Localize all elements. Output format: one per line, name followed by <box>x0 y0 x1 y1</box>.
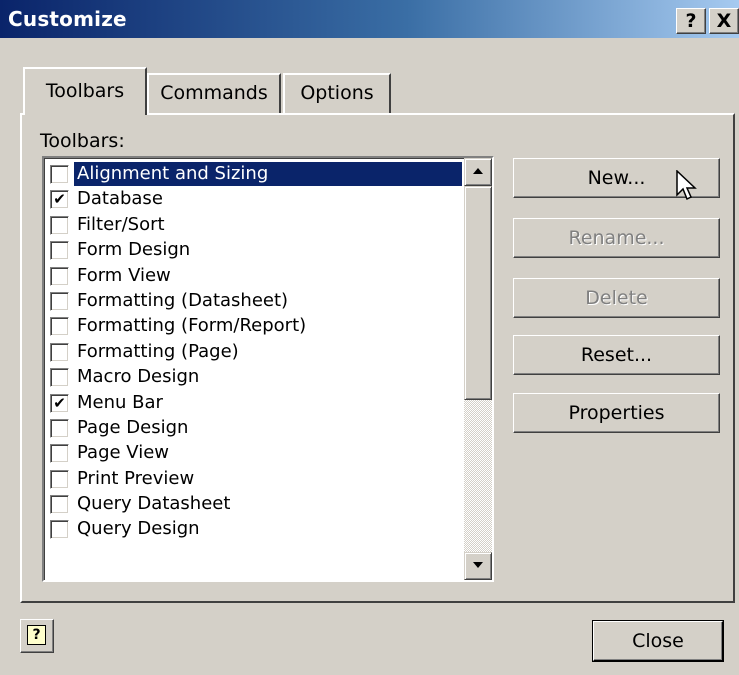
list-item[interactable]: Page Design <box>48 416 462 441</box>
list-item[interactable]: Page View <box>48 441 462 466</box>
tab-commands[interactable]: Commands <box>147 73 281 113</box>
checkbox[interactable]: ✔ <box>50 393 69 413</box>
toolbars-list-items: Alignment and Sizing ✔ Database Filter/Sort… <box>48 162 462 543</box>
checkbox[interactable]: ✔ <box>50 190 69 210</box>
list-item[interactable]: Query Datasheet <box>48 492 462 517</box>
help-button[interactable]: ? <box>20 619 54 653</box>
checkbox[interactable] <box>50 520 69 540</box>
toolbars-listbox[interactable]: Alignment and Sizing ✔ Database Filter/Sort… <box>42 156 494 582</box>
list-item[interactable]: Alignment and Sizing <box>48 162 462 187</box>
checkbox[interactable] <box>50 469 69 489</box>
list-item[interactable]: ✔ Menu Bar <box>48 391 462 416</box>
delete-button[interactable]: Delete <box>513 278 720 318</box>
tab-commands-label: Commands <box>160 82 268 104</box>
list-item-label: Query Design <box>77 518 200 540</box>
list-item[interactable]: Print Preview <box>48 467 462 492</box>
window-title: Customize <box>8 7 127 31</box>
checkbox[interactable] <box>50 165 69 184</box>
checkbox[interactable] <box>50 266 69 286</box>
title-close-button[interactable]: X <box>709 8 739 34</box>
list-item-label: Formatting (Datasheet) <box>77 289 289 311</box>
scroll-up-button[interactable] <box>464 158 492 186</box>
properties-button[interactable]: Properties <box>513 393 720 433</box>
checkbox[interactable] <box>50 342 69 362</box>
toolbars-list-label: Toolbars: <box>40 130 125 152</box>
list-item[interactable]: Formatting (Form/Report) <box>48 314 462 339</box>
checkbox[interactable] <box>50 368 69 388</box>
tab-options[interactable]: Options <box>283 73 391 113</box>
title-bar[interactable]: Customize ? X <box>0 0 739 38</box>
checkbox[interactable] <box>50 317 69 337</box>
list-item[interactable]: Macro Design <box>48 365 462 390</box>
list-item-label: Menu Bar <box>77 391 163 413</box>
scroll-down-button[interactable] <box>464 552 492 580</box>
tab-toolbars-label: Toolbars <box>45 80 125 102</box>
reset-button[interactable]: Reset... <box>513 335 720 375</box>
list-item-label: Macro Design <box>77 366 200 388</box>
list-item-label: Query Datasheet <box>77 493 231 515</box>
list-item[interactable]: Query Design <box>48 517 462 542</box>
checkbox[interactable] <box>50 444 69 464</box>
vertical-scrollbar[interactable] <box>464 158 492 580</box>
list-item[interactable]: Form View <box>48 264 462 289</box>
arrow-down-icon <box>473 562 483 568</box>
checkbox[interactable] <box>50 215 69 235</box>
list-item-label: Alignment and Sizing <box>74 162 462 186</box>
arrow-up-icon <box>473 168 483 174</box>
rename-button[interactable]: Rename... <box>513 218 720 258</box>
customize-dialog: Customize ? X Toolbars Commands Options … <box>0 0 739 675</box>
list-item-label: Formatting (Page) <box>77 340 239 362</box>
close-button[interactable]: Close <box>593 621 723 661</box>
list-item[interactable]: ✔ Database <box>48 187 462 212</box>
scroll-thumb[interactable] <box>464 186 492 400</box>
list-item-label: Page View <box>77 442 170 464</box>
list-item-label: Formatting (Form/Report) <box>77 315 307 337</box>
tab-toolbars[interactable]: Toolbars <box>23 67 147 115</box>
mouse-pointer-icon <box>676 170 697 201</box>
list-item-label: Filter/Sort <box>77 213 165 235</box>
help-question-icon: ? <box>27 625 46 645</box>
checkbox[interactable] <box>50 418 69 438</box>
checkbox[interactable] <box>50 241 69 261</box>
list-item[interactable]: Formatting (Page) <box>48 340 462 365</box>
list-item-label: Page Design <box>77 416 189 438</box>
list-item[interactable]: Form Design <box>48 238 462 263</box>
list-item-label: Print Preview <box>77 467 195 489</box>
list-item-label: Database <box>77 188 163 210</box>
list-item[interactable]: Formatting (Datasheet) <box>48 289 462 314</box>
title-help-button[interactable]: ? <box>676 8 706 34</box>
list-item-label: Form Design <box>77 239 191 261</box>
checkbox[interactable] <box>50 291 69 311</box>
list-item-label: Form View <box>77 264 171 286</box>
list-item[interactable]: Filter/Sort <box>48 213 462 238</box>
checkbox[interactable] <box>50 495 69 515</box>
tab-options-label: Options <box>300 82 374 104</box>
